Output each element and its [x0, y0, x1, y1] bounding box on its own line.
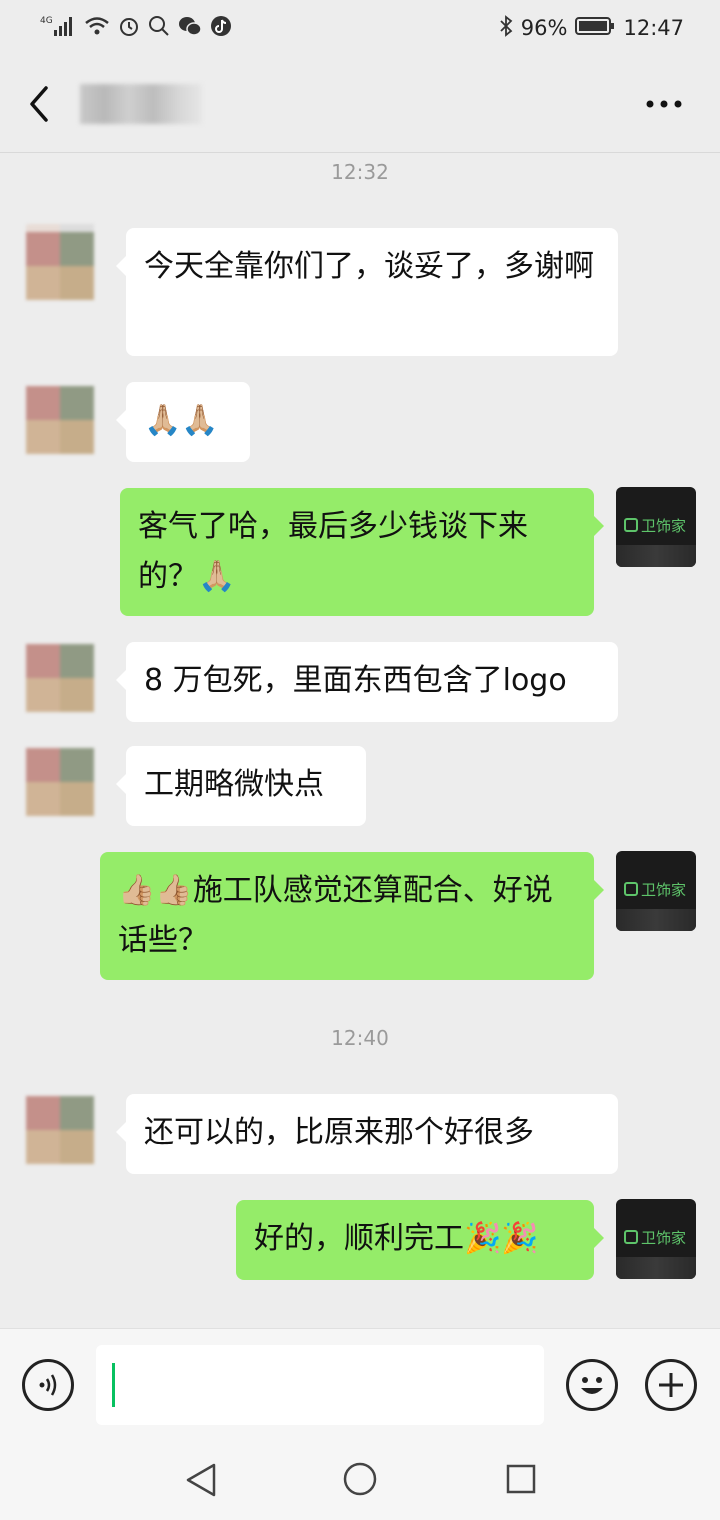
emoji-icon[interactable] — [566, 1359, 618, 1411]
contact-name-blurred — [80, 84, 202, 124]
nav-recent-icon[interactable] — [506, 1464, 536, 1494]
signal-icon: 4G — [40, 14, 76, 42]
message-input[interactable] — [96, 1345, 544, 1425]
tiktok-icon — [210, 15, 232, 41]
voice-icon[interactable] — [22, 1359, 74, 1411]
bluetooth-icon — [499, 14, 513, 42]
chat-header — [0, 56, 720, 153]
contact-avatar[interactable] — [22, 1088, 102, 1168]
message-bubble[interactable]: 🙏🏼🙏🏼 — [116, 382, 250, 462]
contact-avatar[interactable] — [22, 378, 102, 458]
message-text: 8 万包死，里面东西包含了logo — [144, 663, 567, 698]
message-text: 工期略微快点 — [144, 767, 324, 802]
wifi-icon — [84, 15, 110, 41]
contact-avatar[interactable] — [22, 224, 102, 304]
message-bubble[interactable]: 👍🏼👍🏼施工队感觉还算配合、好说话些？ — [100, 852, 604, 980]
timestamp: 12:40 — [331, 1026, 389, 1050]
clock-time: 12:47 — [623, 16, 684, 40]
message-text: 还可以的，比原来那个好很多 — [144, 1115, 534, 1150]
message-text: 客气了哈，最后多少钱谈下来的？🙏🏼 — [138, 509, 528, 594]
logo-icon — [624, 882, 638, 896]
message-bubble[interactable]: 今天全靠你们了，谈妥了，多谢啊 — [116, 228, 618, 356]
message-bubble[interactable]: 还可以的，比原来那个好很多 — [116, 1094, 618, 1174]
avatar-logo-text: 卫饰家 — [641, 1228, 687, 1247]
contact-avatar[interactable] — [22, 636, 102, 716]
avatar-logo-text: 卫饰家 — [641, 516, 687, 535]
alarm-icon — [118, 15, 140, 41]
message-bubble[interactable]: 好的，顺利完工🎉🎉 — [236, 1200, 604, 1280]
avatar-logo-text: 卫饰家 — [641, 880, 687, 899]
message-text: 好的，顺利完工🎉🎉 — [254, 1221, 539, 1256]
status-left-icons: 4G — [40, 14, 232, 42]
nav-back-icon[interactable] — [184, 1462, 218, 1498]
logo-icon — [624, 518, 638, 532]
contact-avatar[interactable] — [22, 740, 102, 820]
search-icon — [148, 15, 170, 41]
message-text: 🙏🏼🙏🏼 — [144, 403, 219, 438]
text-caret — [112, 1363, 115, 1407]
message-text: 今天全靠你们了，谈妥了，多谢啊 — [144, 249, 594, 284]
more-dots-icon[interactable] — [644, 96, 684, 110]
wechat-icon — [178, 15, 202, 41]
my-avatar[interactable]: 卫饰家 — [616, 487, 696, 567]
message-bubble[interactable]: 8 万包死，里面东西包含了logo — [116, 642, 618, 722]
battery-percent: 96% — [520, 16, 568, 40]
my-avatar[interactable]: 卫饰家 — [616, 851, 696, 931]
system-nav-bar — [0, 1440, 720, 1520]
my-avatar[interactable]: 卫饰家 — [616, 1199, 696, 1279]
input-bar — [0, 1328, 720, 1441]
status-bar: 4G 96% 12:47 — [0, 0, 720, 56]
timestamp: 12:32 — [331, 160, 389, 184]
message-bubble[interactable]: 工期略微快点 — [116, 746, 366, 826]
nav-home-icon[interactable] — [343, 1462, 377, 1496]
chevron-left-icon[interactable] — [22, 82, 58, 126]
logo-icon — [624, 1230, 638, 1244]
network-type: 4G — [40, 16, 53, 26]
status-right: 96% 12:47 — [499, 14, 684, 42]
message-bubble[interactable]: 客气了哈，最后多少钱谈下来的？🙏🏼 — [120, 488, 604, 616]
battery-icon — [575, 16, 615, 41]
plus-icon[interactable] — [645, 1359, 697, 1411]
message-text: 👍🏼👍🏼施工队感觉还算配合、好说话些？ — [118, 873, 553, 958]
